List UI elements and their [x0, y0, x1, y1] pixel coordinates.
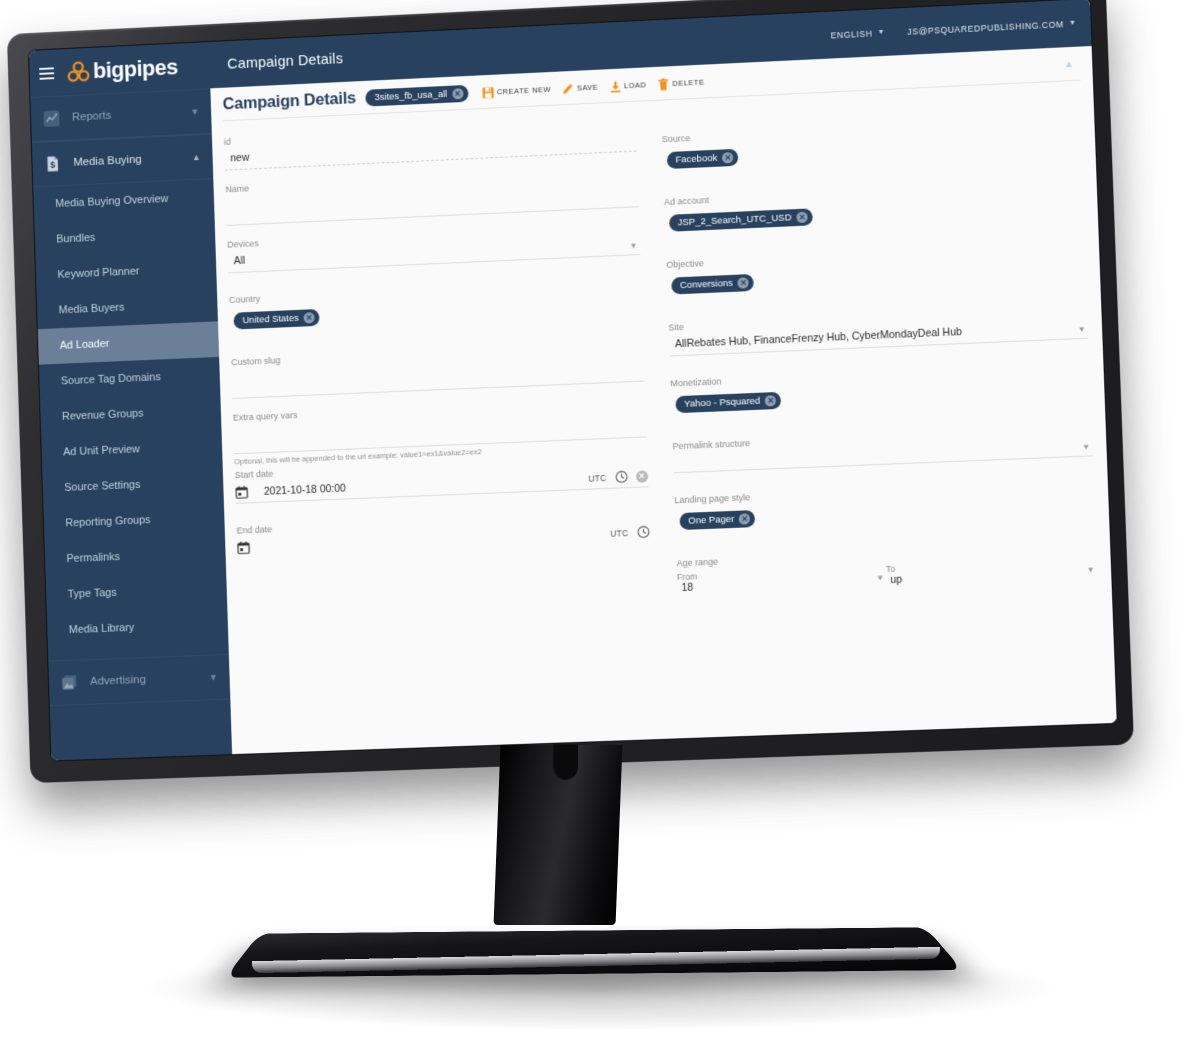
- screenshot-stage: bigpipes Reports ▼ $ Media Buying ▲ Medi…: [0, 0, 1200, 1044]
- chevron-down-icon: ▼: [1069, 20, 1077, 27]
- card-title: Campaign Details: [222, 89, 356, 114]
- country-chip-label: United States: [242, 313, 299, 326]
- close-icon[interactable]: ✕: [765, 395, 776, 406]
- age-to-select[interactable]: To up ▼: [886, 556, 1097, 586]
- chevron-down-icon: ▼: [1082, 442, 1093, 455]
- ad-account-chip[interactable]: JSP_2_Search_UTC_USD ✕: [668, 208, 812, 231]
- create-new-button[interactable]: CREATE NEW: [482, 83, 551, 98]
- objective-chip[interactable]: Conversions ✕: [671, 274, 755, 295]
- chart-icon: [42, 109, 60, 128]
- calendar-icon[interactable]: [237, 541, 250, 554]
- svg-text:$: $: [50, 160, 55, 170]
- trash-icon: [657, 78, 669, 91]
- country-chip[interactable]: United States ✕: [233, 309, 319, 330]
- monitor-stand-cable-cutout: [552, 744, 578, 780]
- sidebar-group-label: Reports: [72, 107, 179, 124]
- landing-page-style-chip-label: One Pager: [688, 514, 734, 527]
- chevron-down-icon: ▼: [209, 672, 218, 682]
- chevron-down-icon: ▼: [190, 107, 199, 117]
- campaign-chip[interactable]: 3sites_fb_usa_all ✕: [365, 85, 468, 107]
- close-icon[interactable]: ✕: [738, 277, 749, 288]
- monetization-chip[interactable]: Yahoo - Psquared ✕: [675, 392, 782, 413]
- save-disk-icon: [482, 86, 494, 98]
- chevron-down-icon: ▼: [1078, 325, 1089, 338]
- chevron-down-icon: ▼: [877, 29, 885, 36]
- monitor-screen-area: bigpipes Reports ▼ $ Media Buying ▲ Medi…: [29, 0, 1117, 761]
- brand-logo[interactable]: bigpipes: [65, 54, 178, 85]
- sidebar-group-label: Media Buying: [73, 152, 180, 169]
- form-left-column: id new Name Devices All ▼ Country United…: [224, 114, 657, 754]
- brand-name: bigpipes: [93, 54, 178, 84]
- pencil-icon: [562, 82, 574, 94]
- end-date-value: [258, 534, 602, 548]
- page-title: Campaign Details: [227, 51, 343, 72]
- campaign-chip-label: 3sites_fb_usa_all: [374, 89, 447, 103]
- language-label: ENGLISH: [831, 28, 873, 40]
- source-chip-label: Facebook: [675, 153, 717, 166]
- three-circles-icon: [65, 60, 91, 83]
- close-icon[interactable]: ✕: [796, 212, 807, 223]
- monitor: bigpipes Reports ▼ $ Media Buying ▲ Medi…: [7, 0, 1134, 783]
- sidebar: bigpipes Reports ▼ $ Media Buying ▲ Medi…: [29, 42, 232, 761]
- ad-account-chip-label: JSP_2_Search_UTC_USD: [678, 212, 792, 228]
- monitor-bezel: bigpipes Reports ▼ $ Media Buying ▲ Medi…: [7, 0, 1134, 783]
- app-screen: bigpipes Reports ▼ $ Media Buying ▲ Medi…: [29, 0, 1117, 761]
- sidebar-media-buying-items: Media Buying Overview Bundles Keyword Pl…: [33, 179, 228, 649]
- chevron-up-icon: ▲: [192, 152, 201, 162]
- save-button[interactable]: SAVE: [562, 81, 599, 95]
- form-right-column: Source Facebook ✕ Ad account JSP_2_Searc…: [661, 93, 1103, 738]
- download-icon: [609, 80, 621, 92]
- document-dollar-icon: $: [44, 155, 62, 174]
- clear-icon[interactable]: ✕: [635, 470, 647, 482]
- campaign-details-card: Campaign Details 3sites_fb_usa_all ✕ CRE…: [210, 46, 1116, 754]
- create-new-label: CREATE NEW: [497, 85, 551, 97]
- delete-button[interactable]: DELETE: [657, 76, 705, 90]
- clock-icon[interactable]: [636, 525, 649, 538]
- age-from-select[interactable]: From 18 ▼: [677, 564, 887, 594]
- load-label: LOAD: [624, 80, 647, 90]
- close-icon[interactable]: ✕: [452, 88, 463, 99]
- chevron-down-icon: ▼: [629, 241, 639, 254]
- campaign-form: id new Name Devices All ▼ Country United…: [211, 80, 1116, 754]
- chevron-down-icon: ▼: [1087, 565, 1098, 578]
- main-content: Campaign Details ENGLISH ▼ JS@PSQUAREDPU…: [209, 0, 1117, 754]
- load-button[interactable]: LOAD: [609, 79, 647, 93]
- close-icon[interactable]: ✕: [722, 152, 733, 163]
- language-selector[interactable]: ENGLISH ▼: [831, 27, 886, 40]
- chevron-down-icon: ▼: [876, 573, 886, 586]
- save-label: SAVE: [577, 83, 599, 93]
- image-icon: [60, 673, 78, 691]
- start-date-timezone: UTC: [588, 473, 607, 484]
- top-bar-actions: ENGLISH ▼ JS@PSQUAREDPUBLISHING.COM ▼: [831, 18, 1077, 40]
- account-email: JS@PSQUAREDPUBLISHING.COM: [907, 19, 1064, 37]
- sidebar-group-advertising[interactable]: Advertising ▼: [48, 654, 230, 706]
- objective-chip-label: Conversions: [680, 278, 733, 291]
- close-icon[interactable]: ✕: [739, 513, 750, 524]
- hamburger-menu-icon[interactable]: [39, 67, 54, 80]
- account-menu[interactable]: JS@PSQUAREDPUBLISHING.COM ▼: [907, 18, 1077, 36]
- monetization-chip-label: Yahoo - Psquared: [684, 396, 760, 410]
- calendar-icon[interactable]: [235, 486, 248, 499]
- sidebar-nav: Reports ▼ $ Media Buying ▲ Media Buying …: [30, 88, 232, 760]
- delete-label: DELETE: [672, 78, 704, 88]
- sidebar-group-label: Advertising: [90, 672, 197, 688]
- card-toolbar: CREATE NEW SAVE LOAD DELETE: [482, 76, 705, 99]
- close-icon[interactable]: ✕: [303, 312, 314, 323]
- source-chip[interactable]: Facebook ✕: [666, 149, 738, 169]
- landing-page-style-chip[interactable]: One Pager ✕: [679, 510, 756, 530]
- chevron-up-icon[interactable]: ▲: [1064, 59, 1079, 71]
- clock-icon[interactable]: [614, 470, 627, 483]
- end-date-timezone: UTC: [610, 528, 629, 539]
- sidebar-item-media-library[interactable]: Media Library: [47, 606, 229, 648]
